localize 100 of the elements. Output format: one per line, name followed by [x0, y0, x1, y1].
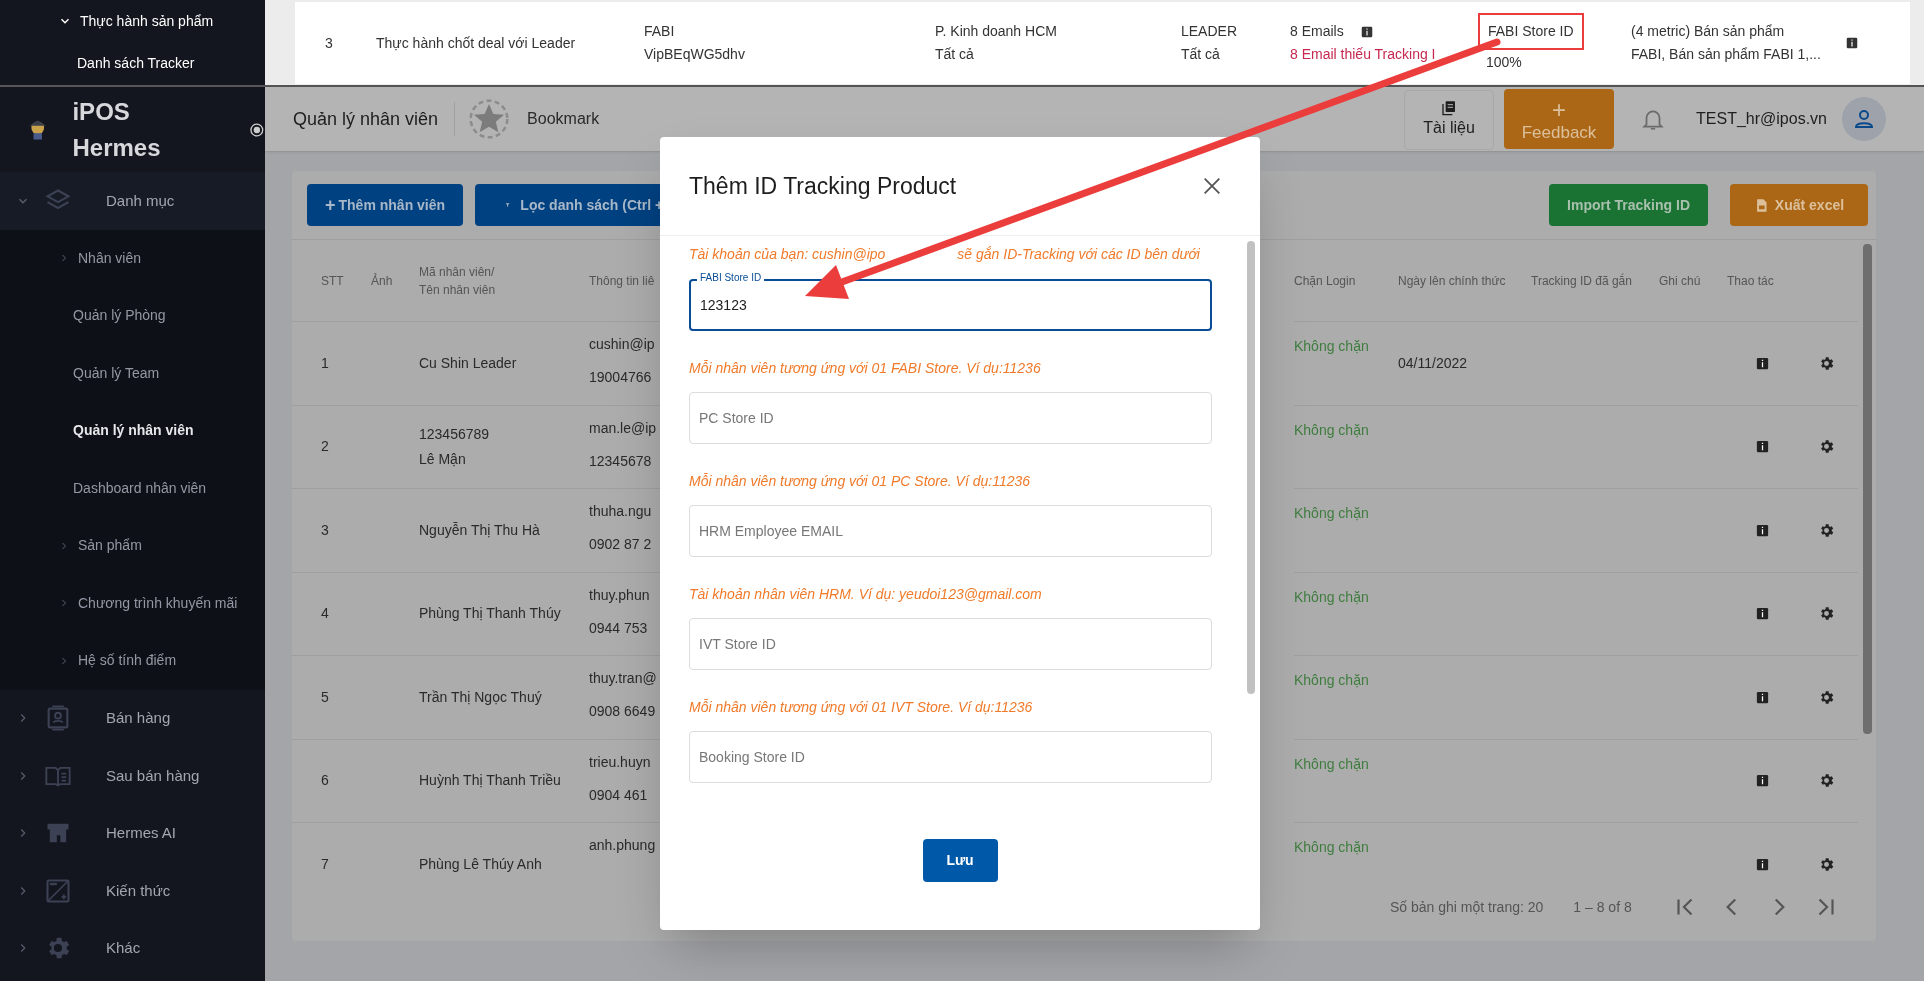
table-cell-text: VipBEqWG5dhv: [644, 45, 746, 64]
field-label: FABI Store ID: [697, 272, 765, 284]
table-cell-text: 3: [324, 33, 334, 53]
table-cell-text: 0902 87 2: [589, 535, 653, 554]
table-cell-text: trieu.huyn: [589, 752, 652, 772]
field-hint: Mỗi nhân viên tương ứng với 01 FABI Store. Ví dụ:11236: [689, 359, 1042, 378]
info-icon[interactable]: [1755, 606, 1770, 622]
sidebar-item[interactable]: Quản lý nhân viên: [73, 420, 194, 442]
sidebar-item[interactable]: Nhân viên: [78, 247, 142, 269]
table-cell-text: 8 Email thiếu Tracking I: [1290, 45, 1437, 64]
text-field[interactable]: Booking Store ID: [690, 732, 1211, 782]
table-cell-text: 4: [320, 604, 330, 624]
edit-square-icon: [44, 876, 72, 905]
column-header: Ngày lên chính thức: [1398, 272, 1507, 290]
sidebar-item[interactable]: Danh sách Tracker: [77, 53, 195, 75]
field-hint: Mỗi nhân viên tương ứng với 01 PC Store. Ví dụ:11236: [689, 472, 1032, 491]
sidebar-item[interactable]: Thực hành sản phẩm: [80, 10, 214, 32]
info-icon: [1359, 24, 1374, 39]
table-cell-text: FABI: [644, 22, 676, 41]
add-employee-button[interactable]: + Thêm nhân viên: [307, 184, 464, 226]
column-header: Thông tin liê: [589, 272, 656, 290]
sidebar-item[interactable]: Dashboard nhân viên: [73, 477, 207, 499]
dialog-title: Thêm ID Tracking Product: [689, 171, 957, 201]
text-field[interactable]: IVT Store ID: [690, 619, 1211, 669]
table-cell-text: 123456789: [419, 424, 491, 444]
table-cell-text: FABI, Bán sản phẩm FABI 1,...: [1631, 45, 1822, 64]
status-text: Không chặn: [1294, 505, 1369, 521]
table-cell-text: Cu Shin Leader: [419, 353, 518, 373]
sidebar-item[interactable]: Khác: [106, 937, 141, 960]
page-range: 1 – 8 of 8: [1573, 897, 1632, 917]
sidebar-item[interactable]: Danh mục: [106, 189, 175, 212]
table-cell-text: cushin@ip: [589, 335, 656, 354]
status-text: Không chặn: [1294, 839, 1369, 855]
sidebar-item[interactable]: Bán hàng: [106, 707, 171, 730]
info-icon[interactable]: [1755, 439, 1770, 455]
table-cell-text: P. Kinh doanh HCM: [935, 22, 1058, 41]
sidebar-item[interactable]: Quản lý Phòng: [73, 305, 166, 327]
scrollbar[interactable]: [1247, 241, 1255, 694]
table-cell-text: Tất cả: [935, 45, 975, 64]
column-header: STT: [320, 272, 345, 290]
save-button[interactable]: Lưu: [922, 839, 998, 882]
table-cell-text: 2: [320, 437, 330, 457]
table-cell-text: Tất cả: [1181, 45, 1221, 64]
info-icon[interactable]: [1755, 355, 1770, 371]
column-header: Ảnh: [371, 272, 394, 290]
settings-icon[interactable]: [1818, 605, 1835, 623]
table-cell-text: 5: [320, 687, 330, 707]
sidebar-item[interactable]: Sau bán hàng: [106, 764, 200, 787]
table-cell-text: Huỳnh Thị Thanh Triều: [419, 771, 562, 791]
status-text: Không chặn: [1294, 338, 1369, 354]
sidebar-item[interactable]: Kiến thức: [106, 879, 171, 902]
table-cell-text: 7: [320, 854, 330, 873]
info-icon[interactable]: [1755, 522, 1770, 538]
bookmark-link[interactable]: Bookmark: [527, 107, 600, 131]
table-cell-text: 3: [320, 520, 330, 540]
table-cell-text: man.le@ip: [589, 418, 658, 438]
table-cell-text: Nguyễn Thị Thu Hà: [419, 520, 541, 540]
sidebar-item[interactable]: Hệ số tính điểm: [78, 650, 177, 672]
close-icon[interactable]: [1201, 175, 1223, 197]
sidebar-item[interactable]: Chương trình khuyến mãi: [78, 592, 238, 614]
documents-icon: [1441, 100, 1458, 116]
scrollbar[interactable]: [1862, 244, 1872, 734]
column-header: Thao tác: [1727, 272, 1775, 290]
table-cell-text: thuha.ngu: [589, 502, 653, 521]
text-field[interactable]: HRM Employee EMAIL: [690, 506, 1211, 556]
account-note: Tài khoản của bạn: cushin@ipo: [689, 245, 886, 264]
info-icon[interactable]: [1755, 689, 1770, 705]
sidebar-item[interactable]: Quản lý Team: [73, 362, 160, 384]
table-cell-text: Phùng Thị Thanh Thúy: [419, 604, 562, 624]
settings-icon[interactable]: [1818, 521, 1835, 539]
text-field[interactable]: PC Store ID: [690, 393, 1211, 443]
table-cell-text: 1: [320, 353, 330, 373]
settings-icon[interactable]: [1818, 855, 1835, 873]
settings-icon[interactable]: [1818, 354, 1835, 372]
user-avatar[interactable]: [1842, 97, 1886, 141]
sidebar-item[interactable]: Hermes AI: [106, 822, 177, 845]
sidebar-item[interactable]: Sản phẩm: [78, 535, 142, 557]
table-cell-text: thuy.phun: [589, 585, 651, 605]
info-icon[interactable]: [1755, 856, 1770, 872]
status-text: Không chặn: [1294, 588, 1369, 605]
radio-icon: [249, 121, 265, 138]
docs-button[interactable]: Tài liệu: [1404, 90, 1495, 150]
table-cell-text: Lê Mận: [419, 449, 467, 469]
text-field[interactable]: 123123: [691, 281, 1210, 329]
table-cell: 04/11/2022: [1398, 354, 1468, 371]
table-cell-text: 8 Emails: [1290, 22, 1344, 41]
settings-icon[interactable]: [1818, 772, 1835, 790]
column-header: Tracking ID đã gắn: [1531, 272, 1633, 290]
info-icon[interactable]: [1755, 773, 1770, 789]
person-icon: [1852, 107, 1876, 131]
table-cell-text: 19004766: [589, 368, 653, 387]
settings-icon[interactable]: [1818, 688, 1835, 706]
page-size-label: Số bản ghi một trang: 20: [1390, 897, 1544, 917]
settings-icon[interactable]: [1818, 438, 1835, 456]
table-cell-text: thuy.tran@: [589, 669, 658, 688]
table-cell-text: 0908 6649: [589, 702, 657, 721]
table-cell-text: anh.phung: [589, 836, 657, 855]
status-text: Không chặn: [1294, 421, 1369, 438]
status-text: Không chặn: [1294, 672, 1369, 688]
table-cell-text: Thực hành chốt deal với Leader: [376, 33, 577, 53]
